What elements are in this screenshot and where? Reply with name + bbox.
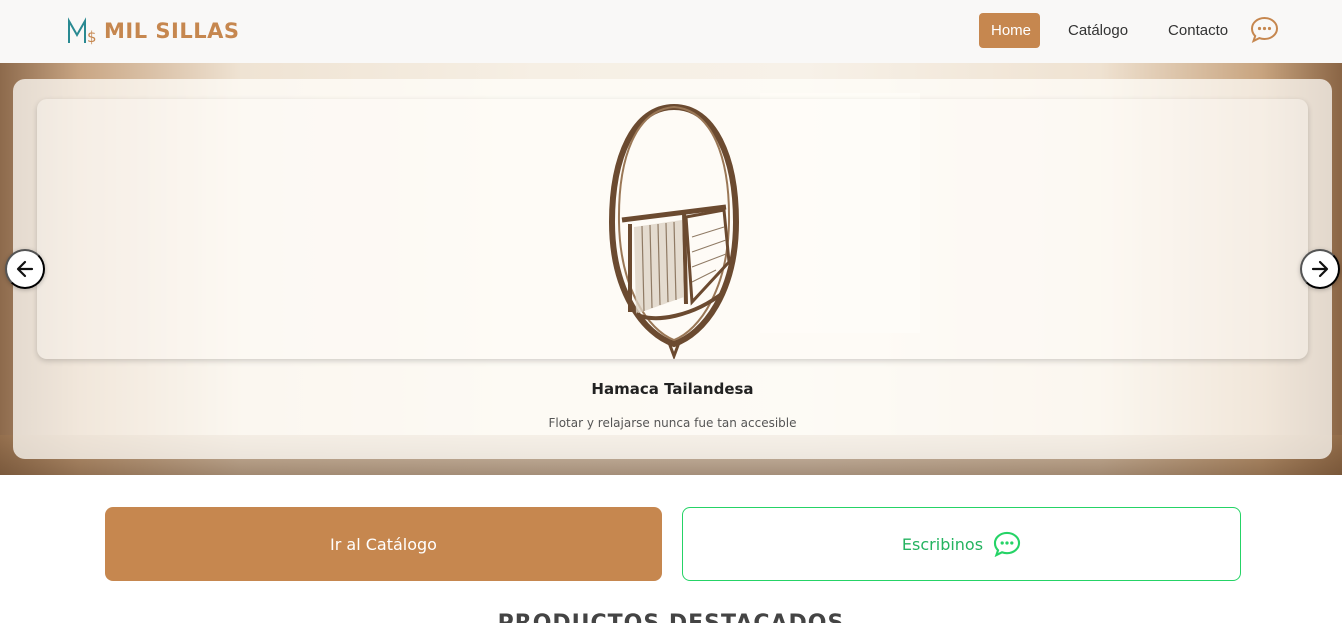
nav-home[interactable]: Home xyxy=(979,13,1040,48)
whatsapp-chat-icon xyxy=(993,531,1021,557)
svg-text:$: $ xyxy=(87,28,97,46)
slide-card: Hamaca Tailandesa Flotar y relajarse nun… xyxy=(13,79,1332,459)
arrow-left-icon xyxy=(16,260,34,278)
slide-title: Hamaca Tailandesa xyxy=(591,380,754,398)
brand-name: MIL SILLAS xyxy=(104,19,240,43)
carousel-prev-button[interactable] xyxy=(5,249,45,289)
slide-subtitle: Flotar y relajarse nunca fue tan accesib… xyxy=(548,416,797,430)
go-to-catalog-label: Ir al Catálogo xyxy=(330,534,437,554)
carousel-next-button[interactable] xyxy=(1300,249,1340,289)
navbar: $ MIL SILLAS Home Catálogo Contacto xyxy=(0,0,1342,63)
write-us-button[interactable]: Escribinos xyxy=(682,507,1241,581)
brand-logo[interactable]: $ MIL SILLAS xyxy=(66,15,239,47)
nav-catalogo[interactable]: Catálogo xyxy=(1068,13,1128,48)
logo-mark-icon: $ xyxy=(68,17,97,46)
slide-image-panel xyxy=(37,99,1308,359)
go-to-catalog-button[interactable]: Ir al Catálogo xyxy=(105,507,662,581)
chat-bubble-icon[interactable] xyxy=(1250,16,1279,43)
featured-products-title: PRODUCTOS DESTACADOS xyxy=(0,611,1342,623)
nav-contacto[interactable]: Contacto xyxy=(1168,13,1228,48)
hero-carousel: Hamaca Tailandesa Flotar y relajarse nun… xyxy=(0,63,1342,475)
write-us-label: Escribinos xyxy=(901,534,984,554)
main-nav: Home Catálogo Contacto xyxy=(979,13,1228,48)
arrow-right-icon xyxy=(1311,260,1329,278)
hammock-chair-image[interactable] xyxy=(574,102,774,359)
